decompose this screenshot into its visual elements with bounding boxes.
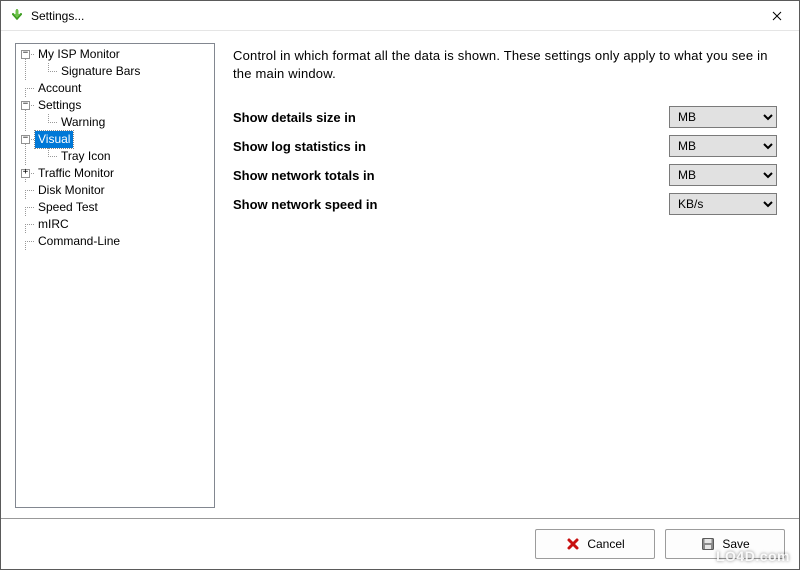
close-button[interactable] bbox=[754, 1, 799, 30]
label-network-totals: Show network totals in bbox=[233, 168, 669, 183]
tree-item-traffic-monitor[interactable]: Traffic Monitor bbox=[35, 165, 117, 182]
tree-item-tray-icon[interactable]: Tray Icon bbox=[58, 148, 114, 165]
app-arrow-icon bbox=[9, 8, 25, 24]
select-network-totals[interactable]: MB bbox=[669, 164, 777, 186]
select-details-size[interactable]: MB bbox=[669, 106, 777, 128]
select-network-speed[interactable]: KB/s bbox=[669, 193, 777, 215]
label-details-size: Show details size in bbox=[233, 110, 669, 125]
tree-item-warning[interactable]: Warning bbox=[58, 114, 108, 131]
cancel-label: Cancel bbox=[587, 537, 624, 551]
tree-item-mirc[interactable]: mIRC bbox=[35, 216, 72, 233]
row-log-statistics: Show log statistics in MB bbox=[233, 135, 777, 157]
save-label: Save bbox=[722, 537, 749, 551]
row-details-size: Show details size in MB bbox=[233, 106, 777, 128]
close-icon bbox=[772, 11, 782, 21]
panel-description: Control in which format all the data is … bbox=[233, 47, 777, 82]
titlebar: Settings... bbox=[1, 1, 799, 31]
row-network-speed: Show network speed in KB/s bbox=[233, 193, 777, 215]
tree-item-signature-bars[interactable]: Signature Bars bbox=[58, 63, 143, 80]
tree-toggle-visual[interactable] bbox=[21, 135, 30, 144]
save-icon bbox=[700, 536, 716, 552]
content-area: My ISP Monitor Signature Bars Account Se… bbox=[1, 31, 799, 519]
row-network-totals: Show network totals in MB bbox=[233, 164, 777, 186]
tree-toggle-isp-monitor[interactable] bbox=[21, 50, 30, 59]
footer: Cancel Save bbox=[1, 519, 799, 569]
save-button[interactable]: Save bbox=[665, 529, 785, 559]
select-log-statistics[interactable]: MB bbox=[669, 135, 777, 157]
tree-item-disk-monitor[interactable]: Disk Monitor bbox=[35, 182, 108, 199]
tree-item-settings[interactable]: Settings bbox=[35, 97, 84, 114]
tree-item-speed-test[interactable]: Speed Test bbox=[35, 199, 101, 216]
window-title: Settings... bbox=[31, 9, 754, 23]
tree-item-account[interactable]: Account bbox=[35, 80, 84, 97]
label-log-statistics: Show log statistics in bbox=[233, 139, 669, 154]
tree-toggle-traffic-monitor[interactable] bbox=[21, 169, 30, 178]
tree-toggle-settings[interactable] bbox=[21, 101, 30, 110]
cancel-button[interactable]: Cancel bbox=[535, 529, 655, 559]
settings-window: Settings... My ISP Monitor Signature Bar… bbox=[0, 0, 800, 570]
tree-item-isp-monitor[interactable]: My ISP Monitor bbox=[35, 46, 123, 63]
settings-tree[interactable]: My ISP Monitor Signature Bars Account Se… bbox=[15, 43, 215, 508]
tree-item-command-line[interactable]: Command-Line bbox=[35, 233, 123, 250]
label-network-speed: Show network speed in bbox=[233, 197, 669, 212]
settings-panel: Control in which format all the data is … bbox=[233, 43, 785, 508]
tree-item-visual[interactable]: Visual bbox=[35, 131, 73, 148]
cancel-icon bbox=[565, 536, 581, 552]
